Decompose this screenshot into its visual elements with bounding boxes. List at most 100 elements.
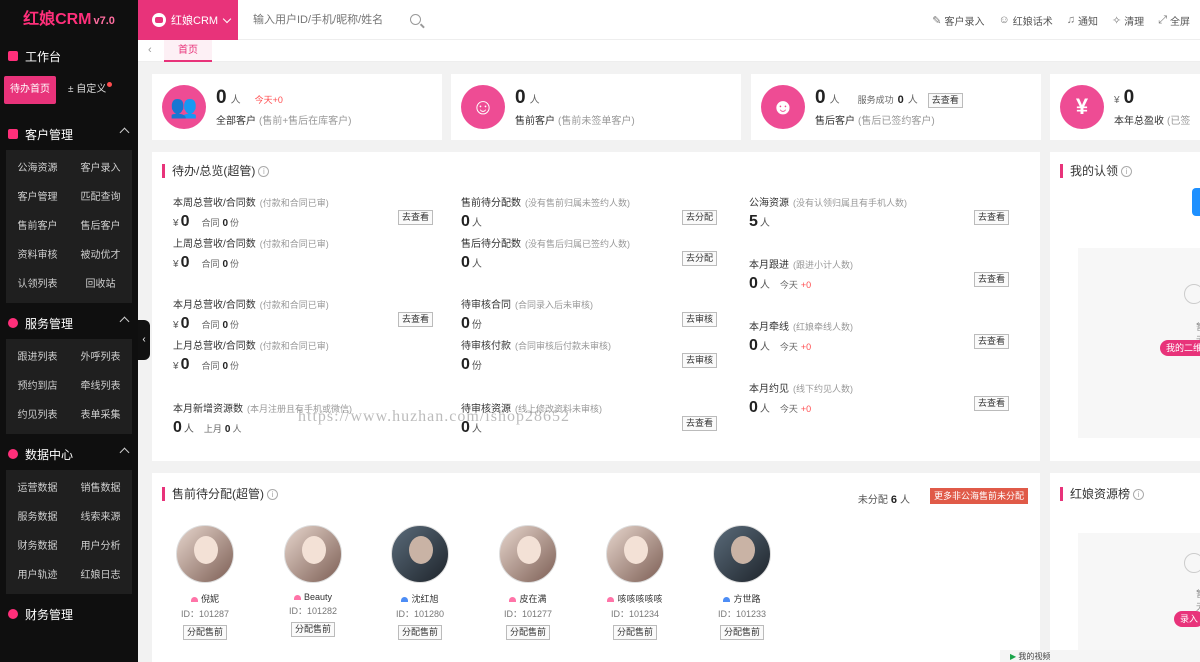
info-icon[interactable]: i bbox=[1133, 489, 1145, 501]
sidebar-item[interactable]: 公海资源 bbox=[6, 154, 69, 183]
info-icon[interactable]: i bbox=[258, 166, 270, 178]
sidebar-collapse-handle[interactable]: ‹ bbox=[138, 320, 150, 360]
sidebar-item[interactable]: 预约到店 bbox=[6, 372, 69, 401]
my-qrcode-button[interactable]: 我的二维 bbox=[1160, 340, 1200, 356]
add-entry-button[interactable]: 录入 bbox=[1174, 611, 1200, 627]
sidebar-item[interactable]: 回收站 bbox=[69, 270, 132, 299]
tab-home[interactable]: 首页 bbox=[164, 40, 212, 62]
sidebar-section-service[interactable]: 服务管理 bbox=[0, 307, 138, 339]
scripts-button[interactable]: ☺ 红娘话术 bbox=[998, 13, 1052, 28]
sidebar-item[interactable]: 运营数据 bbox=[6, 474, 69, 503]
review-button[interactable]: 去审核 bbox=[681, 353, 717, 368]
avatar[interactable] bbox=[606, 525, 664, 583]
sidebar-item-todo-home[interactable]: 待办首页 bbox=[4, 76, 56, 104]
sidebar-item-customize[interactable]: ± 自定义 bbox=[60, 76, 114, 104]
assign-presale-button[interactable]: 分配售前 bbox=[182, 625, 227, 640]
search-icon[interactable] bbox=[410, 14, 421, 25]
currency: ¥ bbox=[173, 218, 179, 229]
avatar[interactable] bbox=[176, 525, 234, 583]
metric-value: 0 bbox=[461, 356, 470, 373]
assign-presale-button[interactable]: 分配售前 bbox=[290, 622, 335, 637]
metric-note: (付款和合同已审) bbox=[259, 198, 329, 208]
stat-note: (售后已签约客户) bbox=[858, 116, 935, 127]
stat-extra-value: 0 bbox=[897, 94, 904, 106]
male-icon bbox=[401, 597, 409, 602]
metric-title: 待审核合同 bbox=[461, 300, 511, 311]
sidebar-item[interactable]: 外呼列表 bbox=[69, 343, 132, 372]
avatar[interactable] bbox=[499, 525, 557, 583]
empty-text: 暂无 bbox=[1196, 587, 1200, 613]
agent-card: 方世路 ID：101233 分配售前 bbox=[702, 525, 782, 640]
sidebar-item[interactable]: 售后客户 bbox=[69, 212, 132, 241]
customize-label: ± 自定义 bbox=[68, 84, 107, 95]
fullscreen-button[interactable]: ⤢ 全屏 bbox=[1158, 13, 1190, 28]
assign-presale-button[interactable]: 分配售前 bbox=[505, 625, 550, 640]
sidebar-item[interactable]: 约见列表 bbox=[6, 401, 69, 430]
clear-cache-button[interactable]: ✧ 清理 bbox=[1112, 13, 1144, 28]
sidebar-item[interactable]: 认领列表 bbox=[6, 270, 69, 299]
panel-title-text: 待办/总览(超管) bbox=[172, 164, 256, 178]
sidebar-item[interactable]: 表单采集 bbox=[69, 401, 132, 430]
assign-button[interactable]: 去分配 bbox=[681, 251, 717, 266]
sidebar-item[interactable]: 财务数据 bbox=[6, 532, 69, 561]
view-button[interactable]: 去查看 bbox=[681, 416, 717, 431]
view-aftersale-button[interactable]: 去查看 bbox=[927, 93, 963, 108]
view-button[interactable]: 去查看 bbox=[973, 334, 1009, 349]
metric-title: 本月新增资源数 bbox=[173, 404, 243, 415]
sidebar-section-finance[interactable]: 财务管理 bbox=[0, 598, 138, 630]
view-button[interactable]: 去查看 bbox=[973, 272, 1009, 287]
chevron-up-icon bbox=[119, 316, 130, 327]
sidebar-item[interactable]: 销售数据 bbox=[69, 474, 132, 503]
avatar[interactable] bbox=[713, 525, 771, 583]
sidebar-item[interactable]: 红娘日志 bbox=[69, 561, 132, 590]
sidebar-item[interactable]: 匹配查询 bbox=[69, 183, 132, 212]
sidebar-item[interactable]: 线索来源 bbox=[69, 503, 132, 532]
sidebar-section-customers[interactable]: 客户管理 bbox=[0, 118, 138, 150]
assign-presale-button[interactable]: 分配售前 bbox=[612, 625, 657, 640]
avatar[interactable] bbox=[284, 525, 342, 583]
view-button[interactable]: 去查看 bbox=[397, 312, 433, 327]
agent-id: ID：101277 bbox=[503, 609, 553, 619]
metric-unit: 人 bbox=[471, 218, 482, 229]
sidebar-item[interactable]: 售前客户 bbox=[6, 212, 69, 241]
sidebar-item[interactable]: 客户录入 bbox=[69, 154, 132, 183]
sidebar-item[interactable]: 用户轨迹 bbox=[6, 561, 69, 590]
sidebar-section-workspace[interactable]: 工作台 bbox=[0, 40, 138, 72]
more-unassigned-button[interactable]: 更多非公海售前未分配 bbox=[929, 488, 1028, 504]
sidebar-item[interactable]: 跟进列表 bbox=[6, 343, 69, 372]
chevron-left-icon[interactable]: ‹ bbox=[148, 44, 152, 56]
sidebar-item[interactable]: 被动优才 bbox=[69, 241, 132, 270]
info-icon[interactable]: i bbox=[1121, 166, 1133, 178]
view-button[interactable]: 去查看 bbox=[973, 396, 1009, 411]
today-value: +0 bbox=[800, 342, 812, 352]
sidebar-item[interactable]: 牵线列表 bbox=[69, 372, 132, 401]
assign-presale-button[interactable]: 分配售前 bbox=[719, 625, 764, 640]
view-button[interactable]: 去查看 bbox=[973, 210, 1009, 225]
sidebar-item[interactable]: 用户分析 bbox=[69, 532, 132, 561]
video-button[interactable]: ▶ 我的视频 bbox=[1010, 651, 1050, 662]
agent-name: 倪妮 bbox=[200, 594, 219, 604]
action-label: 清理 bbox=[1124, 16, 1145, 28]
play-icon: ▶ bbox=[1010, 651, 1017, 661]
review-button[interactable]: 去审核 bbox=[681, 312, 717, 327]
blue-action-button[interactable] bbox=[1192, 188, 1200, 216]
avatar[interactable] bbox=[391, 525, 449, 583]
info-icon[interactable]: i bbox=[267, 489, 278, 501]
brand-label: 红娘CRM bbox=[171, 15, 219, 27]
add-customer-button[interactable]: ✎ 客户录入 bbox=[932, 13, 984, 28]
sidebar-item[interactable]: 客户管理 bbox=[6, 183, 69, 212]
search-input[interactable] bbox=[253, 8, 433, 32]
app-logo[interactable]: 红娘CRM v7.0 bbox=[0, 0, 138, 40]
assign-button[interactable]: 去分配 bbox=[681, 210, 717, 225]
notifications-button[interactable]: ♫ 通知 bbox=[1067, 13, 1098, 28]
metric-unit: 人 bbox=[759, 404, 770, 415]
crm-app: 红娘CRM v7.0 工作台 待办首页 ± 自定义 客户管理 公海资源 客户录入 … bbox=[0, 0, 1200, 662]
assign-presale-button[interactable]: 分配售前 bbox=[397, 625, 442, 640]
sidebar-item[interactable]: 服务数据 bbox=[6, 503, 69, 532]
brand-switcher[interactable]: 红娘CRM bbox=[138, 0, 238, 40]
sidebar-section-data[interactable]: 数据中心 bbox=[0, 438, 138, 470]
stat-extra-label: 服务成功 bbox=[857, 95, 894, 105]
sidebar-item[interactable]: 资料审核 bbox=[6, 241, 69, 270]
view-button[interactable]: 去查看 bbox=[397, 210, 433, 225]
ranking-panel: 红娘资源榜i 暂无 录入 bbox=[1050, 473, 1200, 662]
